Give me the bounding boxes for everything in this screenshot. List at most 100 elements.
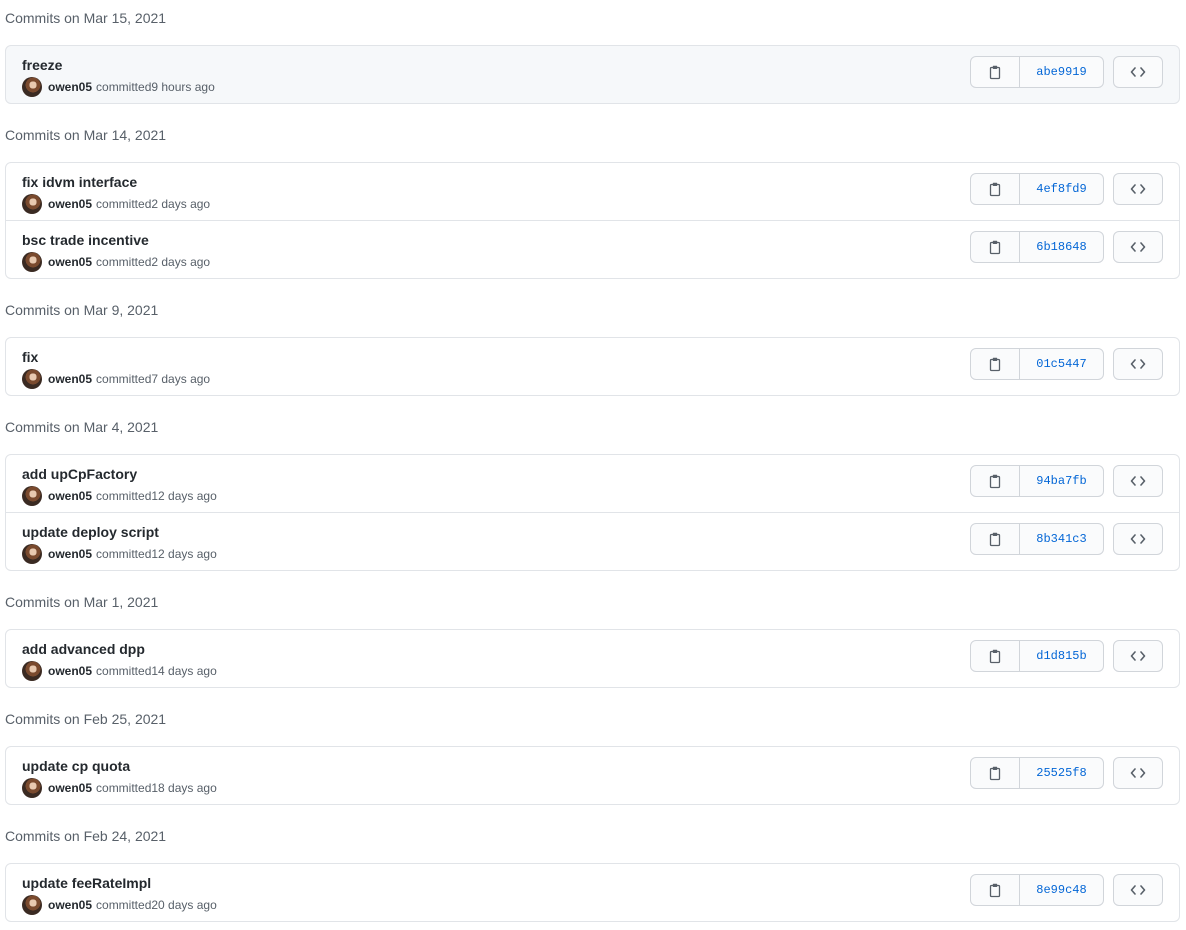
commit-author-link[interactable]: owen05 <box>48 197 92 211</box>
commit-group-list: update feeRateImpl owen05 committed 20 day… <box>5 863 1180 922</box>
commit-message-link[interactable]: add upCpFactory <box>22 465 137 483</box>
commit-author-link[interactable]: owen05 <box>48 372 92 386</box>
commit-meta: owen05 committed 18 days ago <box>22 778 217 798</box>
commit-author-link[interactable]: owen05 <box>48 489 92 503</box>
commit-relative-time: 7 days ago <box>151 372 211 386</box>
commit-group-list: add advanced dpp owen05 committed 14 days … <box>5 629 1180 688</box>
avatar[interactable] <box>22 486 42 506</box>
copy-sha-button[interactable] <box>971 641 1020 671</box>
browse-repo-at-commit-button[interactable] <box>1113 348 1163 380</box>
commit-row: freeze owen05 committed 9 hours ago abe9919 <box>6 46 1179 103</box>
copy-sha-button[interactable] <box>971 174 1020 204</box>
commit-sha-link[interactable]: 6b18648 <box>1020 232 1103 262</box>
commit-sha-link[interactable]: d1d815b <box>1020 641 1103 671</box>
commit-sha-link[interactable]: abe9919 <box>1020 57 1103 87</box>
commit-group-list: freeze owen05 committed 9 hours ago abe9919 <box>5 45 1180 104</box>
commit-verb: committed <box>96 197 152 211</box>
commit-meta: owen05 committed 9 hours ago <box>22 77 215 97</box>
copy-sha-button[interactable] <box>971 57 1020 87</box>
commit-message-link[interactable]: fix <box>22 348 38 366</box>
clipboard-icon <box>989 474 1001 489</box>
code-icon <box>1130 184 1146 194</box>
commit-group-list: fix idvm interface owen05 committed 2 days… <box>5 162 1180 279</box>
commit-message-link[interactable]: update feeRateImpl <box>22 874 151 892</box>
commit-meta: owen05 committed 12 days ago <box>22 544 217 564</box>
clipboard-icon <box>989 532 1001 547</box>
clipboard-icon <box>989 240 1001 255</box>
browse-repo-at-commit-button[interactable] <box>1113 523 1163 555</box>
avatar[interactable] <box>22 895 42 915</box>
commit-message-link[interactable]: fix idvm interface <box>22 173 137 191</box>
commit-group-date: Commits on Mar 1, 2021 <box>5 594 159 610</box>
commit-row: add upCpFactory owen05 committed 12 days a… <box>6 455 1179 512</box>
code-icon <box>1130 476 1146 486</box>
commit-sha-button-group: 4ef8fd9 <box>970 173 1104 205</box>
commit-verb: committed <box>96 80 152 94</box>
commit-message-link[interactable]: add advanced dpp <box>22 640 145 658</box>
commit-relative-time: 14 days ago <box>151 664 217 678</box>
commit-sha-link[interactable]: 01c5447 <box>1020 349 1103 379</box>
browse-repo-at-commit-button[interactable] <box>1113 173 1163 205</box>
commit-message-link[interactable]: bsc trade incentive <box>22 231 149 249</box>
commit-message-link[interactable]: update deploy script <box>22 523 159 541</box>
commit-group-date: Commits on Feb 25, 2021 <box>5 711 167 727</box>
commit-sha-button-group: 01c5447 <box>970 348 1104 380</box>
commit-relative-time: 9 hours ago <box>151 80 215 94</box>
browse-repo-at-commit-button[interactable] <box>1113 465 1163 497</box>
copy-sha-button[interactable] <box>971 758 1020 788</box>
avatar[interactable] <box>22 778 42 798</box>
commit-row: bsc trade incentive owen05 committed 2 day… <box>6 220 1179 278</box>
browse-repo-at-commit-button[interactable] <box>1113 757 1163 789</box>
code-icon <box>1130 359 1146 369</box>
commit-author-link[interactable]: owen05 <box>48 664 92 678</box>
avatar[interactable] <box>22 77 42 97</box>
code-icon <box>1130 534 1146 544</box>
commit-meta: owen05 committed 7 days ago <box>22 369 210 389</box>
browse-repo-at-commit-button[interactable] <box>1113 640 1163 672</box>
commit-group-list: fix owen05 committed 7 days ago 01c5447 <box>5 337 1180 396</box>
commit-message-link[interactable]: update cp quota <box>22 757 130 775</box>
commit-row: update cp quota owen05 committed 18 days a… <box>6 747 1179 804</box>
commit-author-link[interactable]: owen05 <box>48 781 92 795</box>
browse-repo-at-commit-button[interactable] <box>1113 874 1163 906</box>
commit-author-link[interactable]: owen05 <box>48 547 92 561</box>
commit-sha-link[interactable]: 25525f8 <box>1020 758 1103 788</box>
commit-sha-link[interactable]: 8e99c48 <box>1020 875 1103 905</box>
copy-sha-button[interactable] <box>971 349 1020 379</box>
commit-sha-link[interactable]: 94ba7fb <box>1020 466 1103 496</box>
commit-verb: committed <box>96 547 152 561</box>
commit-sha-button-group: 6b18648 <box>970 231 1104 263</box>
commit-author-link[interactable]: owen05 <box>48 255 92 269</box>
copy-sha-button[interactable] <box>971 875 1020 905</box>
commit-sha-link[interactable]: 4ef8fd9 <box>1020 174 1103 204</box>
commit-group-date: Commits on Mar 15, 2021 <box>5 10 167 26</box>
clipboard-icon <box>989 766 1001 781</box>
commit-meta: owen05 committed 14 days ago <box>22 661 217 681</box>
commit-verb: committed <box>96 781 152 795</box>
commit-sha-button-group: 25525f8 <box>970 757 1104 789</box>
commit-verb: committed <box>96 255 152 269</box>
avatar[interactable] <box>22 252 42 272</box>
commit-sha-button-group: 94ba7fb <box>970 465 1104 497</box>
code-icon <box>1130 651 1146 661</box>
avatar[interactable] <box>22 661 42 681</box>
commit-relative-time: 18 days ago <box>151 781 217 795</box>
browse-repo-at-commit-button[interactable] <box>1113 56 1163 88</box>
commit-row: fix idvm interface owen05 committed 2 days… <box>6 163 1179 220</box>
commit-relative-time: 12 days ago <box>151 547 217 561</box>
commit-author-link[interactable]: owen05 <box>48 898 92 912</box>
copy-sha-button[interactable] <box>971 524 1020 554</box>
code-icon <box>1130 885 1146 895</box>
commit-sha-link[interactable]: 8b341c3 <box>1020 524 1103 554</box>
browse-repo-at-commit-button[interactable] <box>1113 231 1163 263</box>
avatar[interactable] <box>22 369 42 389</box>
code-icon <box>1130 242 1146 252</box>
commit-sha-button-group: 8e99c48 <box>970 874 1104 906</box>
commit-message-link[interactable]: freeze <box>22 56 62 74</box>
commit-author-link[interactable]: owen05 <box>48 80 92 94</box>
copy-sha-button[interactable] <box>971 466 1020 496</box>
avatar[interactable] <box>22 544 42 564</box>
clipboard-icon <box>989 357 1001 372</box>
copy-sha-button[interactable] <box>971 232 1020 262</box>
avatar[interactable] <box>22 194 42 214</box>
